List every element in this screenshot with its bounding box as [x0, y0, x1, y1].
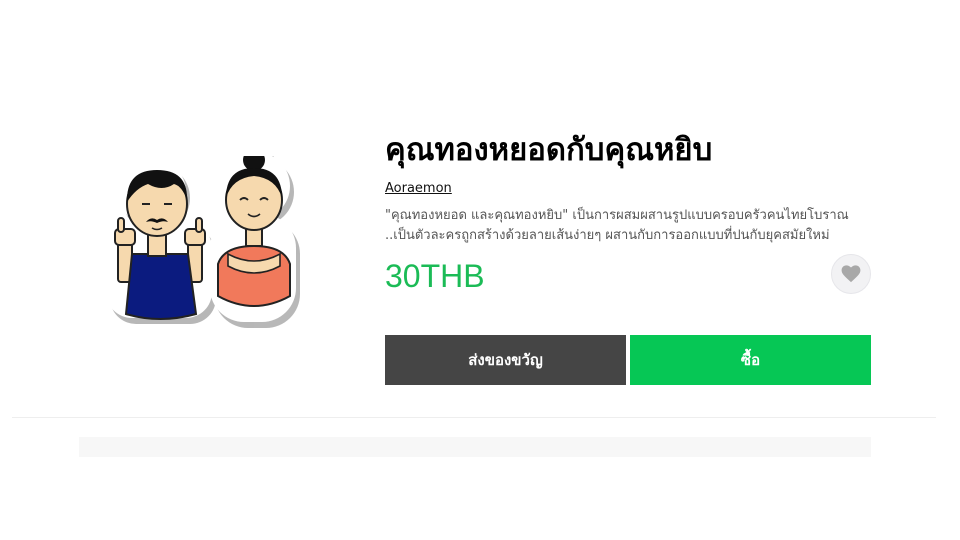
heart-icon	[841, 265, 861, 283]
product-price: 30THB	[385, 258, 485, 294]
section-divider	[12, 417, 936, 418]
like-button[interactable]	[831, 254, 871, 294]
product-description: "คุณทองหยอด และคุณทองหยิบ" เป็นการผสมผสา…	[385, 208, 849, 243]
send-gift-button[interactable]: ส่งของขวัญ	[385, 335, 626, 385]
sticker-thumbnail	[104, 156, 304, 328]
author-link[interactable]: Aoraemon	[385, 181, 452, 197]
product-title: คุณทองหยอดกับคุณหยิบ	[385, 132, 713, 168]
sticker-couple-image	[106, 156, 300, 328]
price-row: 30THB	[385, 254, 871, 300]
purchase-actions: ส่งของขวัญ ซื้อ	[385, 335, 871, 385]
sticker-product-page: คุณทองหยอดกับคุณหยิบ Aoraemon "คุณทองหยอ…	[0, 0, 960, 540]
lower-content-panel	[79, 437, 871, 457]
buy-button[interactable]: ซื้อ	[630, 335, 871, 385]
product-info: คุณทองหยอดกับคุณหยิบ Aoraemon "คุณทองหยอ…	[385, 128, 871, 300]
